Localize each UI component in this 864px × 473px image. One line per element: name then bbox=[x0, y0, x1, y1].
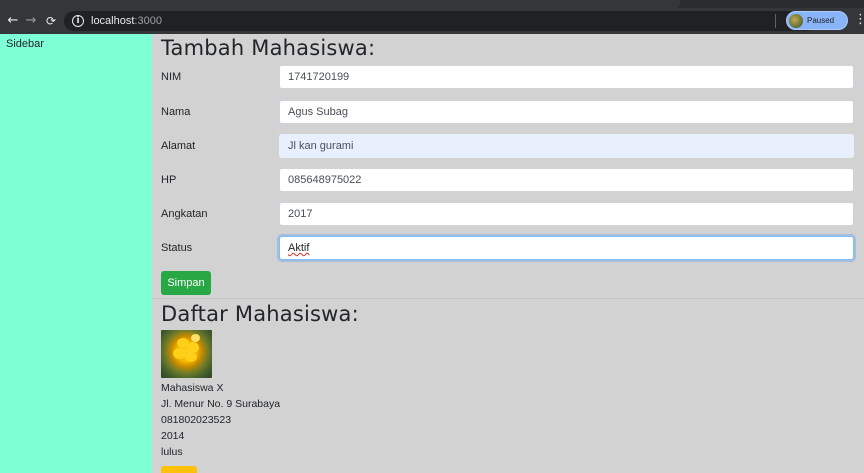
form-row-alamat: Alamat bbox=[152, 134, 864, 159]
url-host: localhost bbox=[91, 15, 135, 27]
nim-label: NIM bbox=[161, 71, 182, 83]
reload-icon[interactable]: ⟳ bbox=[42, 12, 60, 30]
form-row-nama: Nama bbox=[152, 100, 864, 125]
form-row-status: Status Aktif bbox=[152, 236, 864, 261]
student-angkatan: 2014 bbox=[161, 430, 185, 442]
url-text[interactable]: localhost:3000 bbox=[91, 14, 162, 28]
list-title: Daftar Mahasiswa: bbox=[161, 302, 359, 326]
toolbar-divider bbox=[775, 14, 776, 28]
form-row-nim: NIM bbox=[152, 65, 864, 90]
student-alamat: Jl. Menur No. 9 Surabaya bbox=[161, 398, 281, 410]
main-content: Tambah Mahasiswa: NIM Nama Alamat HP Ang… bbox=[152, 34, 864, 473]
browser-chrome: ← → ⟳ i localhost:3000 ☆ H Paused ⋮ bbox=[0, 0, 864, 34]
angkatan-field[interactable] bbox=[279, 202, 854, 226]
student-action-button[interactable] bbox=[161, 466, 197, 473]
student-hp: 081802023523 bbox=[161, 414, 232, 426]
hp-field[interactable] bbox=[279, 168, 854, 192]
nama-label: Nama bbox=[161, 106, 191, 118]
arrow-right-icon[interactable]: → bbox=[22, 12, 40, 30]
angkatan-label: Angkatan bbox=[161, 208, 208, 220]
hp-label: HP bbox=[161, 174, 177, 186]
nim-field[interactable] bbox=[279, 65, 854, 89]
arrow-left-icon[interactable]: ← bbox=[4, 12, 22, 30]
status-field[interactable]: Aktif bbox=[279, 236, 854, 260]
info-icon[interactable]: i bbox=[72, 15, 84, 27]
student-photo bbox=[161, 330, 212, 378]
sidebar: Sidebar bbox=[0, 34, 152, 473]
form-row-hp: HP bbox=[152, 168, 864, 193]
sidebar-label: Sidebar bbox=[6, 38, 44, 50]
profile-status-label: Paused bbox=[807, 16, 835, 25]
section-divider bbox=[152, 298, 864, 299]
address-bar[interactable]: i localhost:3000 ☆ H bbox=[64, 11, 827, 31]
kebab-menu-icon[interactable]: ⋮ bbox=[854, 11, 864, 29]
form-row-angkatan: Angkatan bbox=[152, 202, 864, 227]
profile-paused-button[interactable]: Paused bbox=[786, 11, 848, 30]
status-field-value: Aktif bbox=[288, 242, 310, 254]
simpan-button[interactable]: Simpan bbox=[161, 271, 211, 295]
alamat-field[interactable] bbox=[279, 134, 854, 158]
avatar bbox=[789, 14, 803, 28]
student-nama: Mahasiswa X bbox=[161, 382, 224, 394]
status-label: Status bbox=[161, 242, 193, 254]
nama-field[interactable] bbox=[279, 100, 854, 124]
url-port: :3000 bbox=[134, 15, 162, 27]
tab-strip bbox=[0, 0, 864, 8]
form-title: Tambah Mahasiswa: bbox=[161, 36, 376, 60]
alamat-label: Alamat bbox=[161, 140, 196, 152]
browser-toolbar: ← → ⟳ i localhost:3000 ☆ H Paused ⋮ bbox=[0, 8, 864, 34]
student-status: lulus bbox=[161, 446, 183, 458]
active-tab[interactable] bbox=[0, 0, 680, 8]
